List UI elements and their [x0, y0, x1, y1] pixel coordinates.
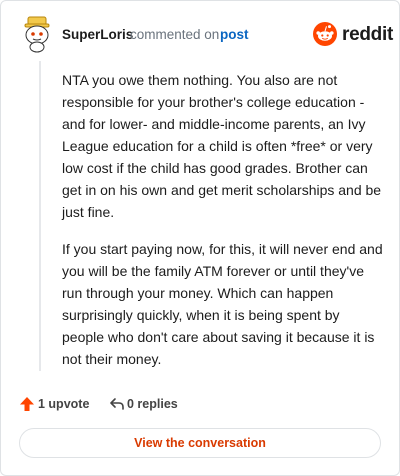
comment-actions: 1 upvote 0 replies — [19, 395, 379, 415]
commented-on-text: commented on — [130, 27, 220, 42]
upvote-count: 1 upvote — [38, 397, 90, 411]
comment-card: SuperLoris commented on post reddit NTA … — [0, 0, 400, 476]
upvote-arrow-icon[interactable] — [19, 396, 35, 412]
comment-body: NTA you owe them nothing. You also are n… — [62, 69, 384, 385]
reply-count: 0 replies — [127, 397, 178, 411]
thread-line — [39, 61, 41, 371]
comment-paragraph: NTA you owe them nothing. You also are n… — [62, 72, 382, 220]
reddit-logo-icon[interactable] — [313, 22, 337, 46]
username[interactable]: SuperLoris — [62, 27, 133, 42]
reddit-wordmark: reddit — [342, 24, 393, 45]
comment-header: SuperLoris commented on post reddit — [19, 13, 393, 53]
post-link[interactable]: post — [220, 27, 249, 42]
comment-paragraph: If you start paying now, for this, it wi… — [62, 241, 383, 367]
view-conversation-button[interactable]: View the conversation — [19, 428, 381, 458]
reply-arrow-icon[interactable] — [109, 396, 125, 412]
avatar[interactable] — [19, 13, 59, 53]
